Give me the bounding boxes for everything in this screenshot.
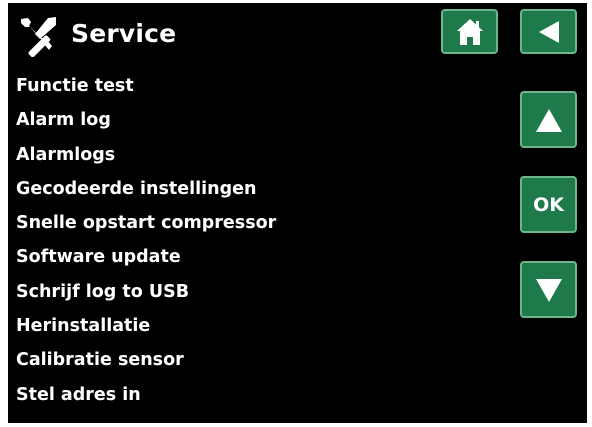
menu-item-functie-test[interactable]: Functie test — [16, 69, 276, 103]
scroll-up-button[interactable] — [520, 91, 577, 148]
page-title: Service — [71, 19, 177, 48]
service-menu: Functie test Alarm log Alarmlogs Gecodee… — [16, 69, 276, 412]
tools-icon — [21, 17, 56, 57]
menu-item-schrijf-log-to-usb[interactable]: Schrijf log to USB — [16, 275, 276, 309]
menu-item-snelle-opstart-compressor[interactable]: Snelle opstart compressor — [16, 206, 276, 240]
home-button[interactable] — [441, 9, 498, 54]
menu-item-stel-adres-in[interactable]: Stel adres in — [16, 378, 276, 412]
home-icon — [456, 18, 483, 45]
ok-label: OK — [533, 193, 564, 216]
menu-item-herinstallatie[interactable]: Herinstallatie — [16, 309, 276, 343]
display-screen: Service Functie test Alarm log Alarmlogs… — [8, 3, 587, 423]
menu-item-alarm-log[interactable]: Alarm log — [16, 103, 276, 137]
menu-item-software-update[interactable]: Software update — [16, 240, 276, 274]
ok-button[interactable]: OK — [520, 176, 577, 233]
scroll-down-button[interactable] — [520, 261, 577, 318]
menu-item-gecodeerde-instellingen[interactable]: Gecodeerde instellingen — [16, 172, 276, 206]
menu-item-alarmlogs[interactable]: Alarmlogs — [16, 138, 276, 172]
menu-item-calibratie-sensor[interactable]: Calibratie sensor — [16, 343, 276, 377]
back-arrow-icon — [538, 20, 559, 43]
back-button[interactable] — [520, 9, 577, 54]
arrow-up-icon — [535, 108, 562, 132]
arrow-down-icon — [535, 278, 562, 302]
